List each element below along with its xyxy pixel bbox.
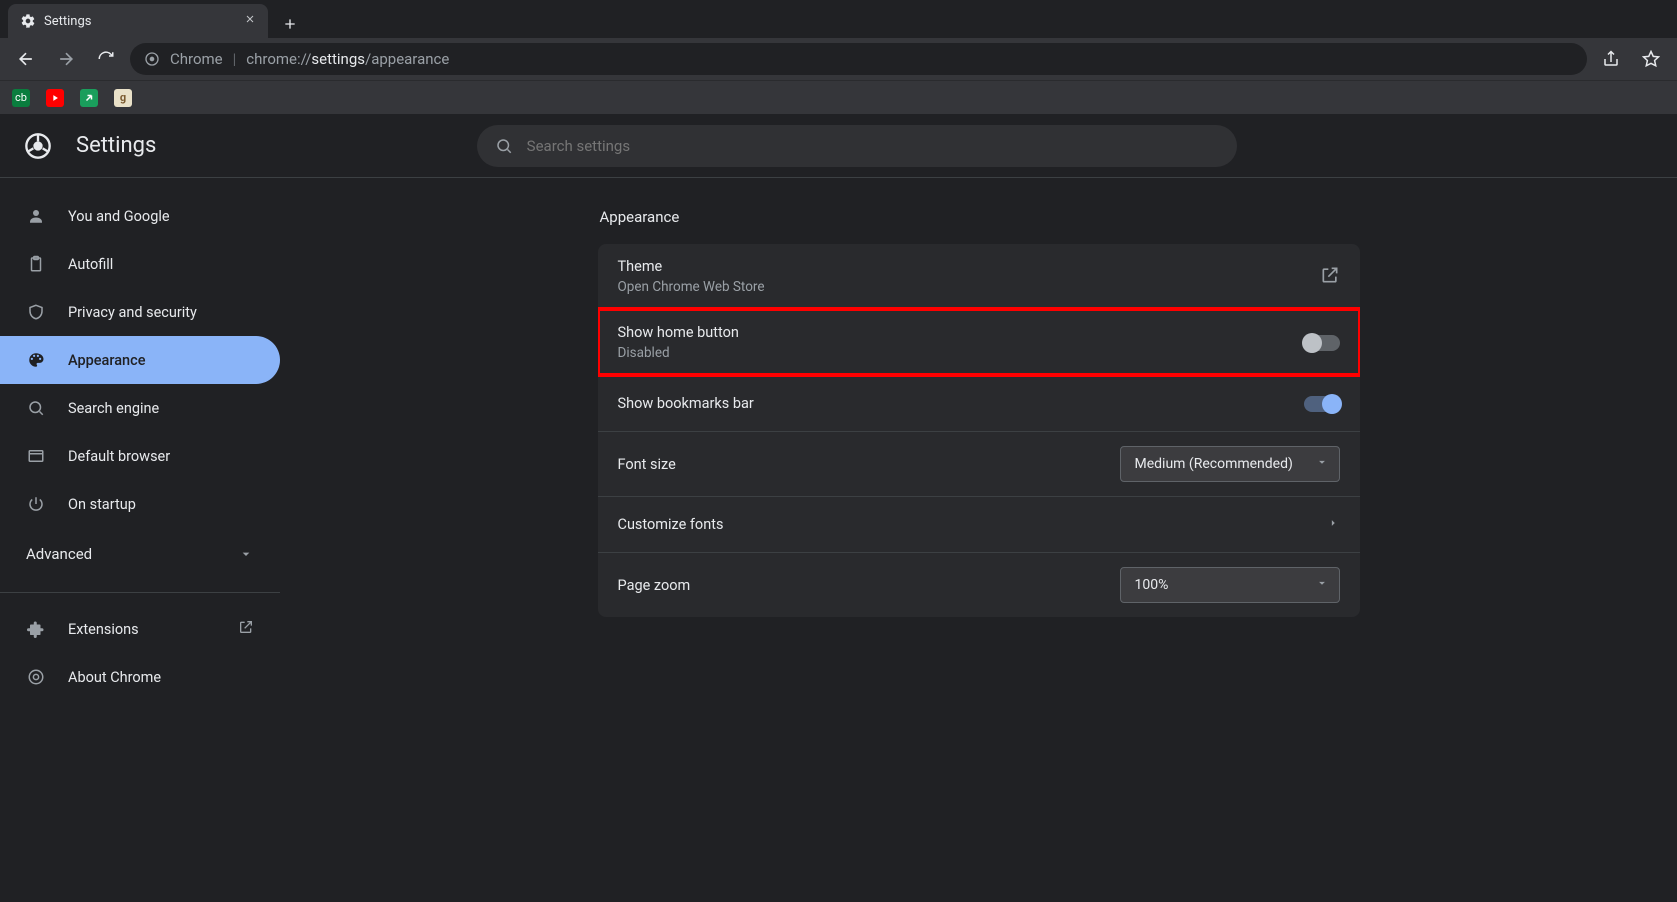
- search-settings[interactable]: [477, 125, 1237, 167]
- search-icon: [26, 399, 46, 417]
- sidebar-advanced[interactable]: Advanced: [0, 528, 280, 580]
- gear-icon: [20, 13, 36, 29]
- bookmarks-bar: cb g: [0, 80, 1677, 114]
- chevron-right-icon: [1326, 515, 1340, 534]
- select-value: Medium (Recommended): [1135, 456, 1293, 472]
- bookmark-icon-4[interactable]: g: [114, 89, 132, 107]
- browser-icon: [26, 447, 46, 465]
- chevron-down-icon: [238, 546, 254, 562]
- sidebar-item-extensions[interactable]: Extensions: [0, 605, 280, 653]
- page-title: Settings: [76, 133, 156, 158]
- power-icon: [26, 495, 46, 513]
- settings-main: Appearance Theme Open Chrome Web Store: [280, 178, 1677, 902]
- sidebar-item-label: Extensions: [68, 621, 139, 638]
- star-icon[interactable]: [1635, 43, 1667, 75]
- sidebar-item-label: Default browser: [68, 448, 170, 465]
- chrome-icon: [144, 51, 160, 67]
- row-title: Theme: [618, 258, 765, 275]
- sidebar-item-label: Search engine: [68, 400, 159, 417]
- row-font-size: Font size Medium (Recommended): [598, 431, 1360, 496]
- row-title: Show bookmarks bar: [618, 395, 754, 412]
- browser-toolbar: Chrome | chrome://settings/appearance: [0, 38, 1677, 80]
- row-page-zoom: Page zoom 100%: [598, 552, 1360, 617]
- row-customize-fonts[interactable]: Customize fonts: [598, 496, 1360, 552]
- share-icon[interactable]: [1595, 43, 1627, 75]
- settings-sidebar: You and Google Autofill Privacy and secu…: [0, 178, 280, 902]
- browser-tab-settings[interactable]: Settings: [8, 4, 268, 38]
- sidebar-item-on-startup[interactable]: On startup: [0, 480, 280, 528]
- sidebar-item-label: About Chrome: [68, 669, 161, 686]
- sidebar-item-autofill[interactable]: Autofill: [0, 240, 280, 288]
- sidebar-divider: [0, 592, 280, 593]
- shield-icon: [26, 303, 46, 321]
- sidebar-advanced-label: Advanced: [26, 545, 92, 563]
- sidebar-item-label: You and Google: [68, 208, 170, 225]
- sidebar-item-about-chrome[interactable]: About Chrome: [0, 653, 280, 701]
- row-subtitle: Disabled: [618, 345, 739, 361]
- row-title: Font size: [618, 456, 676, 473]
- sidebar-item-you-and-google[interactable]: You and Google: [0, 192, 280, 240]
- omnibox-host: Chrome: [170, 50, 223, 68]
- bookmark-icon-1[interactable]: cb: [12, 89, 30, 107]
- new-tab-button[interactable]: [276, 10, 304, 38]
- person-icon: [26, 207, 46, 225]
- row-show-bookmarks-bar[interactable]: Show bookmarks bar: [598, 375, 1360, 431]
- sidebar-item-appearance[interactable]: Appearance: [0, 336, 280, 384]
- bookmark-icon-2[interactable]: [46, 89, 64, 107]
- back-button[interactable]: [10, 43, 42, 75]
- reload-button[interactable]: [90, 43, 122, 75]
- select-value: 100%: [1135, 577, 1169, 593]
- omnibox[interactable]: Chrome | chrome://settings/appearance: [130, 43, 1587, 75]
- tab-title: Settings: [44, 14, 236, 29]
- open-in-new-icon: [238, 619, 254, 639]
- select-page-zoom[interactable]: 100%: [1120, 567, 1340, 603]
- chevron-down-icon: [1315, 455, 1329, 473]
- extension-icon: [26, 620, 46, 638]
- toggle-bookmarks-bar[interactable]: [1304, 396, 1340, 412]
- toggle-home-button[interactable]: [1304, 335, 1340, 351]
- sidebar-item-search-engine[interactable]: Search engine: [0, 384, 280, 432]
- section-title: Appearance: [598, 208, 1360, 226]
- omnibox-url: chrome://settings/appearance: [246, 50, 449, 68]
- sidebar-item-label: On startup: [68, 496, 136, 513]
- chevron-down-icon: [1315, 576, 1329, 594]
- page-header: Settings: [0, 114, 1677, 178]
- sidebar-item-privacy[interactable]: Privacy and security: [0, 288, 280, 336]
- sidebar-item-default-browser[interactable]: Default browser: [0, 432, 280, 480]
- clipboard-icon: [26, 255, 46, 273]
- tab-strip: Settings: [0, 0, 1677, 38]
- row-theme[interactable]: Theme Open Chrome Web Store: [598, 244, 1360, 309]
- row-title: Page zoom: [618, 577, 691, 594]
- row-subtitle: Open Chrome Web Store: [618, 279, 765, 295]
- select-font-size[interactable]: Medium (Recommended): [1120, 446, 1340, 482]
- sidebar-item-label: Autofill: [68, 256, 113, 273]
- chrome-icon: [26, 668, 46, 686]
- sidebar-item-label: Appearance: [68, 352, 145, 369]
- palette-icon: [26, 351, 46, 369]
- close-icon[interactable]: [244, 13, 256, 29]
- chrome-logo-icon: [24, 132, 52, 160]
- appearance-card: Theme Open Chrome Web Store Show home bu…: [598, 244, 1360, 617]
- forward-button[interactable]: [50, 43, 82, 75]
- row-title: Customize fonts: [618, 516, 724, 533]
- settings-page: Settings You and Google Autofill Privacy…: [0, 114, 1677, 902]
- row-show-home-button[interactable]: Show home button Disabled: [598, 309, 1360, 375]
- row-title: Show home button: [618, 324, 739, 341]
- search-icon: [495, 137, 513, 155]
- sidebar-item-label: Privacy and security: [68, 304, 197, 321]
- open-in-new-icon: [1320, 265, 1340, 289]
- search-input[interactable]: [527, 137, 1219, 155]
- bookmark-icon-3[interactable]: [80, 89, 98, 107]
